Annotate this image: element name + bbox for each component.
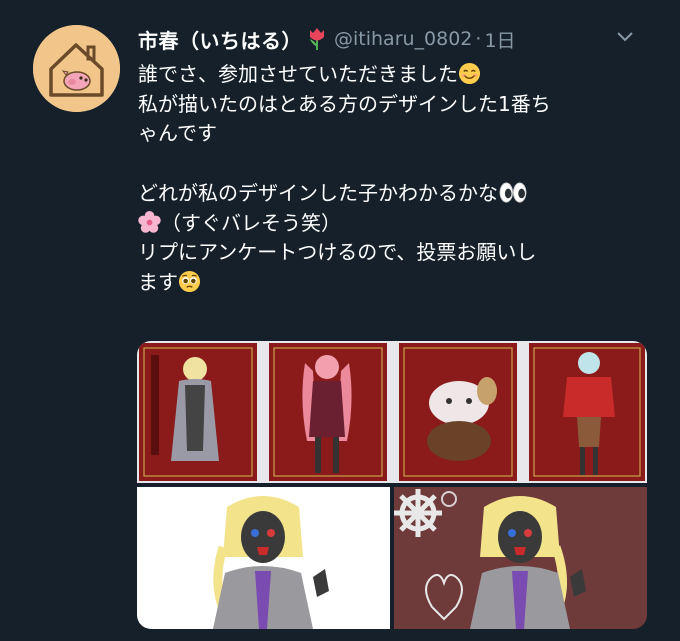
display-name[interactable]: 市春（いちはる） bbox=[138, 25, 302, 54]
text-line-content: リプにアンケートつけるので、投票お願いし bbox=[138, 240, 537, 265]
text-line: ます bbox=[138, 268, 638, 298]
media-image-white[interactable] bbox=[137, 487, 390, 629]
media-grid[interactable] bbox=[137, 341, 647, 629]
text-line bbox=[138, 149, 638, 179]
text-line-content: どれが私のデザインした子かわかるかな bbox=[138, 180, 498, 205]
tweet[interactable]: 市春（いちはる） @itiharu_0802 · 1日 誰でさ、参加させていただ… bbox=[0, 0, 680, 641]
eyes-icon bbox=[499, 182, 527, 203]
timestamp[interactable]: 1日 bbox=[484, 26, 515, 53]
text-line-content: ます bbox=[138, 269, 178, 294]
text-line: どれが私のデザインした子かわかるかな bbox=[138, 179, 638, 209]
text-line-content: 誰でさ、参加させていただきました bbox=[138, 62, 458, 86]
text-line-content: 私が描いたのはとある方のデザインした1番ち bbox=[138, 91, 551, 116]
avatar-pig-house-icon bbox=[33, 25, 120, 112]
media-image-cards[interactable] bbox=[137, 341, 647, 483]
character-illustration-maroon bbox=[394, 487, 647, 629]
smiling-face-icon bbox=[458, 62, 481, 85]
media-image-maroon[interactable] bbox=[394, 487, 647, 629]
text-line: リプにアンケートつけるので、投票お願いし bbox=[138, 238, 638, 268]
user-handle[interactable]: @itiharu_0802 bbox=[334, 28, 472, 50]
text-line: 誰でさ、参加させていただきました bbox=[138, 60, 638, 90]
text-line-content: （すぐバレそう笑） bbox=[161, 210, 341, 235]
tweet-header: 市春（いちはる） @itiharu_0802 · 1日 bbox=[138, 22, 668, 56]
avatar[interactable] bbox=[33, 25, 120, 112]
tulip-icon bbox=[310, 28, 324, 50]
cherry-blossom-icon bbox=[138, 210, 161, 233]
separator: · bbox=[475, 28, 482, 50]
pleading-face-icon bbox=[178, 270, 201, 292]
character-illustration-white bbox=[137, 487, 390, 629]
text-line: ゃんです bbox=[138, 119, 638, 149]
chevron-down-icon[interactable] bbox=[616, 30, 634, 44]
text-line-content: ゃんです bbox=[138, 121, 217, 146]
character-cards-illustration bbox=[137, 341, 647, 483]
tweet-text: 誰でさ、参加させていただきました 私が描いたのはとある方のデザインした1番ち ゃ… bbox=[138, 60, 638, 298]
text-line: 私が描いたのはとある方のデザインした1番ち bbox=[138, 90, 638, 120]
text-line: （すぐバレそう笑） bbox=[138, 209, 638, 239]
